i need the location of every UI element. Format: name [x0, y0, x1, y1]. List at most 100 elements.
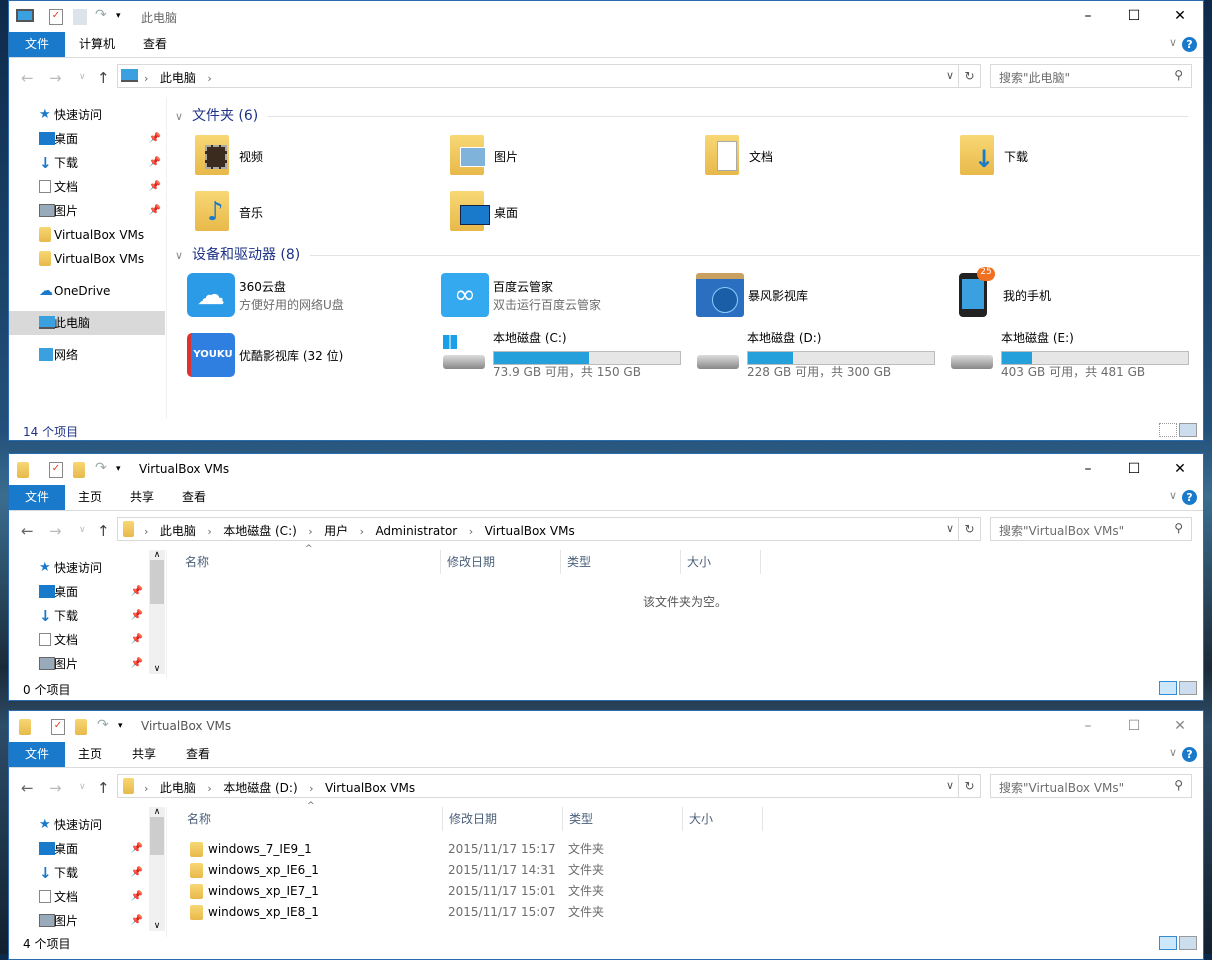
forward-button[interactable]: → — [49, 779, 62, 797]
column-header-size[interactable]: 大小 — [683, 807, 763, 831]
nav-virtualbox-vms[interactable]: VirtualBox VMs — [9, 223, 165, 247]
nav-desktop[interactable]: 桌面 📌 — [9, 837, 147, 861]
device-baidu-cloud[interactable]: ∞ 百度云管家 双击运行百度云管家 — [441, 267, 696, 321]
drive-e[interactable]: 本地磁盘 (E:) 403 GB 可用，共 481 GB — [949, 327, 1203, 381]
up-button[interactable]: ↑ — [97, 522, 110, 540]
recent-locations-button[interactable]: ∨ — [79, 525, 86, 535]
column-header-type[interactable]: 类型 — [563, 807, 683, 831]
redo-icon[interactable]: ↷ — [95, 7, 109, 23]
nav-quick-access[interactable]: ★ 快速访问 — [9, 103, 165, 127]
folder-downloads[interactable]: ↓ 下载 — [956, 129, 1203, 183]
search-input[interactable]: 搜索"VirtualBox VMs" ⚲ — [990, 517, 1192, 541]
breadcrumb-item[interactable]: 本地磁盘 (D:) — [223, 781, 297, 795]
maximize-button[interactable]: ☐ — [1111, 711, 1157, 741]
maximize-button[interactable]: ☐ — [1111, 1, 1157, 31]
nav-documents[interactable]: 文档 📌 — [9, 175, 165, 199]
group-header-folders[interactable]: ∨ 文件夹 (6) — [175, 105, 1189, 125]
breadcrumb-this-pc[interactable]: 此电脑 — [160, 71, 196, 85]
tab-view[interactable]: 查看 — [135, 32, 175, 57]
properties-icon[interactable]: ✓ — [51, 719, 65, 735]
address-bar[interactable]: › 此电脑 › ∨ ↻ — [117, 64, 981, 88]
address-bar[interactable]: › 此电脑 › 本地磁盘 (C:) › 用户 › Administrator ›… — [117, 517, 981, 541]
nav-pictures[interactable]: 图片 📌 — [9, 909, 147, 933]
address-bar[interactable]: › 此电脑 › 本地磁盘 (D:) › VirtualBox VMs ∨ ↻ — [117, 774, 981, 798]
redo-icon[interactable]: ↷ — [95, 460, 109, 476]
up-button[interactable]: ↑ — [97, 69, 110, 87]
refresh-button[interactable]: ↻ — [958, 775, 980, 797]
customize-toolbar-icon[interactable]: ▾ — [118, 721, 132, 737]
drive-d[interactable]: 本地磁盘 (D:) 228 GB 可用，共 300 GB — [695, 327, 950, 381]
folder-music[interactable]: ♪ 音乐 — [191, 185, 446, 239]
breadcrumb-item[interactable]: VirtualBox VMs — [485, 524, 575, 538]
nav-pictures[interactable]: 图片 📌 — [9, 652, 147, 676]
column-header-name[interactable]: 名称 — [179, 550, 441, 574]
column-header-size[interactable]: 大小 — [681, 550, 761, 574]
nav-downloads[interactable]: ↓ 下载 📌 — [9, 861, 147, 885]
nav-downloads[interactable]: ↓ 下载 📌 — [9, 151, 165, 175]
device-my-phone[interactable]: 25 我的手机 — [951, 267, 1203, 321]
close-button[interactable]: ✕ — [1157, 711, 1203, 741]
nav-documents[interactable]: 文档 📌 — [9, 628, 147, 652]
tab-share[interactable]: 共享 — [125, 742, 163, 767]
tab-view[interactable]: 查看 — [175, 485, 213, 510]
file-row[interactable]: windows_7_IE9_1 2015/11/17 15:17 文件夹 — [184, 839, 784, 860]
device-youku-library[interactable]: YOUKU 优酷影视库 (32 位) — [187, 327, 442, 381]
title-bar[interactable]: ✓ ↷ ▾ VirtualBox VMs – ☐ ✕ — [9, 711, 1203, 741]
back-button[interactable]: ← — [21, 69, 34, 87]
drive-c[interactable]: 本地磁盘 (C:) 73.9 GB 可用，共 150 GB — [441, 327, 696, 381]
search-input[interactable]: 搜索"VirtualBox VMs" ⚲ — [990, 774, 1192, 798]
nav-scrollbar[interactable]: ∧ ∨ — [149, 550, 165, 674]
help-icon[interactable]: ? — [1182, 747, 1197, 762]
nav-desktop[interactable]: 桌面 📌 — [9, 127, 165, 151]
folder-pictures[interactable]: 图片 — [446, 129, 701, 183]
folder-videos[interactable]: 视频 — [191, 129, 446, 183]
forward-button[interactable]: → — [49, 522, 62, 540]
nav-scrollbar[interactable]: ∧ ∨ — [149, 807, 165, 931]
refresh-button[interactable]: ↻ — [958, 518, 980, 540]
minimize-button[interactable]: – — [1065, 711, 1111, 741]
nav-documents[interactable]: 文档 📌 — [9, 885, 147, 909]
address-dropdown[interactable]: ∨ — [946, 779, 954, 792]
device-360-cloud[interactable]: ☁ 360云盘 方便好用的网络U盘 — [187, 267, 442, 321]
title-bar[interactable]: ✓ ↷ ▾ VirtualBox VMs – ☐ ✕ — [9, 454, 1203, 484]
customize-toolbar-icon[interactable]: ▾ — [116, 464, 130, 480]
close-button[interactable]: ✕ — [1157, 454, 1203, 484]
large-icons-view-button[interactable] — [1179, 681, 1197, 695]
address-dropdown[interactable]: ∨ — [946, 522, 954, 535]
expand-ribbon-icon[interactable]: ∨ — [1169, 36, 1177, 49]
breadcrumb-item[interactable]: 此电脑 — [160, 524, 196, 538]
expand-ribbon-icon[interactable]: ∨ — [1169, 489, 1177, 502]
breadcrumb-item[interactable]: VirtualBox VMs — [325, 781, 415, 795]
tab-file[interactable]: 文件 — [9, 32, 65, 57]
new-folder-icon[interactable] — [73, 462, 85, 478]
breadcrumb-item[interactable]: 此电脑 — [160, 781, 196, 795]
recent-locations-button[interactable]: ∨ — [79, 72, 86, 82]
nav-quick-access[interactable]: ★ 快速访问 — [9, 556, 147, 580]
column-header-name[interactable]: 名称 — [181, 807, 443, 831]
column-header-date[interactable]: 修改日期 — [441, 550, 561, 574]
details-view-button[interactable] — [1159, 936, 1177, 950]
group-header-devices[interactable]: ∨ 设备和驱动器 (8) — [175, 244, 1201, 264]
forward-button[interactable]: → — [49, 69, 62, 87]
back-button[interactable]: ← — [21, 522, 34, 540]
file-row[interactable]: windows_xp_IE8_1 2015/11/17 15:07 文件夹 — [184, 902, 784, 923]
refresh-button[interactable]: ↻ — [958, 65, 980, 87]
properties-icon[interactable]: ✓ — [49, 462, 63, 478]
properties-icon[interactable]: ✓ — [49, 9, 63, 25]
recent-locations-button[interactable]: ∨ — [79, 782, 86, 792]
search-input[interactable]: 搜索"此电脑" ⚲ — [990, 64, 1192, 88]
tab-home[interactable]: 主页 — [71, 485, 109, 510]
new-folder-icon[interactable] — [75, 719, 87, 735]
maximize-button[interactable]: ☐ — [1111, 454, 1157, 484]
tab-file[interactable]: 文件 — [9, 742, 65, 767]
nav-onedrive[interactable]: ☁ OneDrive — [9, 279, 165, 303]
large-icons-view-button[interactable] — [1179, 423, 1197, 437]
minimize-button[interactable]: – — [1065, 1, 1111, 31]
redo-icon[interactable]: ↷ — [97, 717, 111, 733]
folder-documents[interactable]: 文档 — [701, 129, 956, 183]
customize-toolbar-icon[interactable]: ▾ — [116, 11, 130, 27]
help-icon[interactable]: ? — [1182, 490, 1197, 505]
details-view-button[interactable] — [1159, 681, 1177, 695]
folder-desktop[interactable]: 桌面 — [446, 185, 701, 239]
expand-ribbon-icon[interactable]: ∨ — [1169, 746, 1177, 759]
